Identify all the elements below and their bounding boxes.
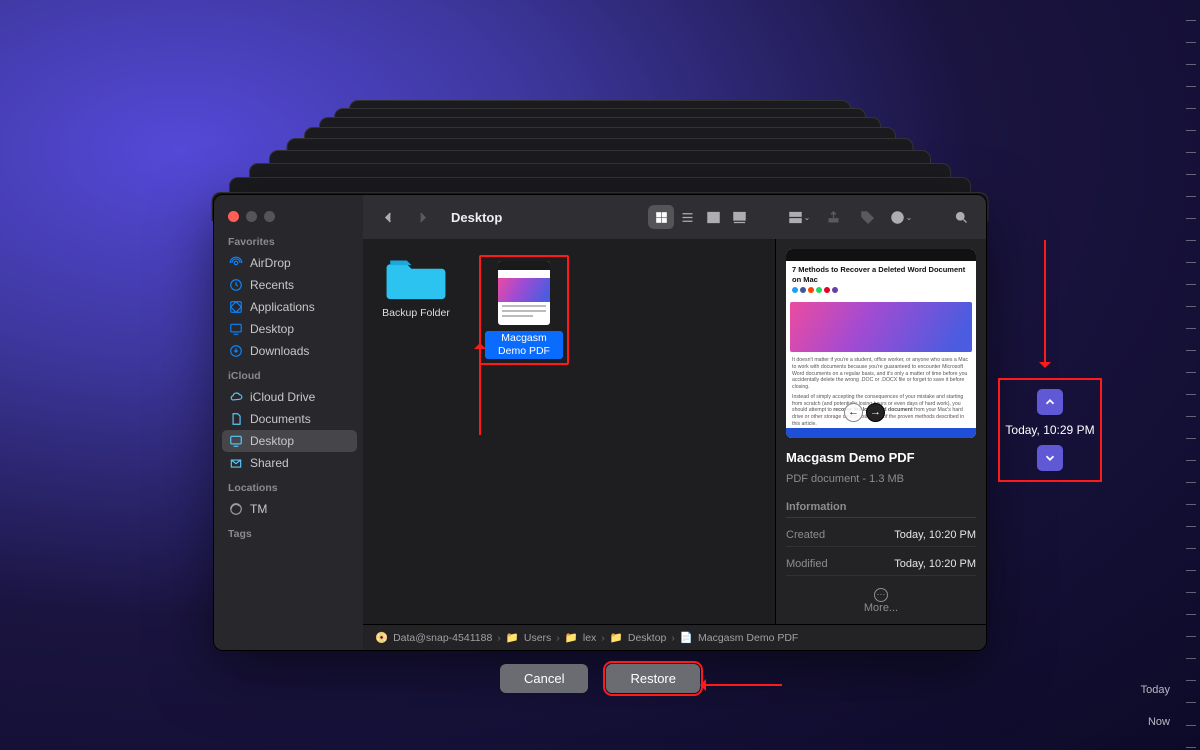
action-button[interactable]: ⌄ <box>888 205 914 229</box>
tm-up-button[interactable] <box>1037 389 1063 415</box>
preview-pane: 7 Methods to Recover a Deleted Word Docu… <box>786 249 976 438</box>
sidebar-item-label: Documents <box>250 412 311 426</box>
info-name: Macgasm Demo PDF <box>786 450 976 465</box>
window-title: Desktop <box>451 210 502 225</box>
path-seg[interactable]: Users <box>524 632 551 644</box>
search-button[interactable] <box>948 205 974 229</box>
list-view-button[interactable] <box>674 205 700 229</box>
grid-item-folder[interactable]: Backup Folder <box>377 255 455 319</box>
annotation-arrow <box>479 345 481 435</box>
path-seg[interactable]: lex <box>583 632 596 644</box>
toolbar: Desktop ⌄ ⌄ <box>363 195 986 239</box>
close-dot[interactable] <box>228 211 239 222</box>
sidebar-item-shared[interactable]: Shared <box>222 452 357 474</box>
back-button[interactable] <box>375 205 401 229</box>
grid-item-label: Macgasm Demo PDF <box>485 331 563 359</box>
info-section-label: Information <box>786 501 976 518</box>
file-grid[interactable]: Backup Folder Macgasm Demo PDF <box>363 239 775 624</box>
minimize-dot[interactable] <box>246 211 257 222</box>
shared-icon <box>229 456 243 470</box>
finder-window: Favorites AirDrop Recents Applications D… <box>213 194 987 651</box>
sidebar-item-label: TM <box>250 502 267 516</box>
sidebar-section-favorites: Favorites <box>228 236 351 248</box>
column-view-button[interactable] <box>700 205 726 229</box>
restore-button[interactable]: Restore <box>606 664 700 693</box>
path-bar[interactable]: 📀Data@snap-4541188› 📁Users› 📁lex› 📁Deskt… <box>363 624 986 650</box>
gallery-view-button[interactable] <box>726 205 752 229</box>
cancel-button[interactable]: Cancel <box>500 664 588 693</box>
icon-view-button[interactable] <box>648 205 674 229</box>
sidebar-item-desktop-fav[interactable]: Desktop <box>222 318 357 340</box>
sidebar-item-label: Desktop <box>250 434 294 448</box>
sidebar-item-label: Recents <box>250 278 294 292</box>
sidebar-item-label: Desktop <box>250 322 294 336</box>
share-button[interactable] <box>820 205 846 229</box>
sidebar-item-label: AirDrop <box>250 256 291 270</box>
time-machine-nav: Today, 10:29 PM <box>998 378 1102 482</box>
sidebar-item-iclouddrive[interactable]: iCloud Drive <box>222 386 357 408</box>
sidebar-item-label: iCloud Drive <box>250 390 315 404</box>
timeline-now-label: Now <box>1148 716 1170 728</box>
sidebar-item-downloads[interactable]: Downloads <box>222 340 357 362</box>
sidebar-item-applications[interactable]: Applications <box>222 296 357 318</box>
tag-button[interactable] <box>854 205 880 229</box>
annotation-arrow <box>1044 240 1046 366</box>
info-more[interactable]: ⋯More... <box>786 582 976 614</box>
forward-button[interactable] <box>409 205 435 229</box>
folder-icon <box>386 255 446 301</box>
sidebar-section-locations: Locations <box>228 482 351 494</box>
sidebar-item-label: Downloads <box>250 344 309 358</box>
apps-icon <box>229 300 243 314</box>
action-buttons: Cancel Restore <box>0 664 1200 693</box>
grid-item-label: Backup Folder <box>382 307 450 319</box>
sidebar-section-icloud: iCloud <box>228 370 351 382</box>
sidebar-section-tags: Tags <box>228 528 351 540</box>
tm-snapshot-label: Today, 10:29 PM <box>1005 423 1094 437</box>
desktop-icon <box>229 434 243 448</box>
info-created-row: CreatedToday, 10:20 PM <box>786 524 976 547</box>
tm-icon <box>229 502 243 516</box>
annotation-arrow <box>702 684 782 686</box>
airdrop-icon <box>229 256 243 270</box>
downloads-icon <box>229 344 243 358</box>
preview-next-button[interactable]: → <box>866 403 885 422</box>
cloud-icon <box>229 390 243 404</box>
desktop-icon <box>229 322 243 336</box>
preview-prev-button[interactable]: ← <box>844 403 863 422</box>
timeline-ticks <box>1186 0 1196 750</box>
info-modified-row: ModifiedToday, 10:20 PM <box>786 553 976 576</box>
sidebar-item-desktop[interactable]: Desktop <box>222 430 357 452</box>
sidebar-item-label: Applications <box>250 300 315 314</box>
sidebar-item-label: Shared <box>250 456 289 470</box>
traffic-lights <box>222 203 357 228</box>
tm-down-button[interactable] <box>1037 445 1063 471</box>
path-seg[interactable]: Data@snap-4541188 <box>393 632 492 644</box>
grid-item-selected[interactable]: Macgasm Demo PDF <box>479 255 569 365</box>
info-panel: 7 Methods to Recover a Deleted Word Docu… <box>775 239 986 624</box>
sidebar-item-airdrop[interactable]: AirDrop <box>222 252 357 274</box>
preview-heading: 7 Methods to Recover a Deleted Word Docu… <box>792 265 970 285</box>
view-segmented <box>648 205 752 229</box>
path-seg[interactable]: Desktop <box>628 632 667 644</box>
clock-icon <box>229 278 243 292</box>
doc-icon <box>229 412 243 426</box>
sidebar-item-tm[interactable]: TM <box>222 498 357 520</box>
sidebar-item-documents[interactable]: Documents <box>222 408 357 430</box>
group-button[interactable]: ⌄ <box>786 205 812 229</box>
sidebar-item-recents[interactable]: Recents <box>222 274 357 296</box>
zoom-dot[interactable] <box>264 211 275 222</box>
pdf-thumbnail <box>498 261 550 325</box>
info-kind: PDF document - 1.3 MB <box>786 473 976 485</box>
sidebar: Favorites AirDrop Recents Applications D… <box>214 195 363 650</box>
path-seg[interactable]: Macgasm Demo PDF <box>698 632 798 644</box>
